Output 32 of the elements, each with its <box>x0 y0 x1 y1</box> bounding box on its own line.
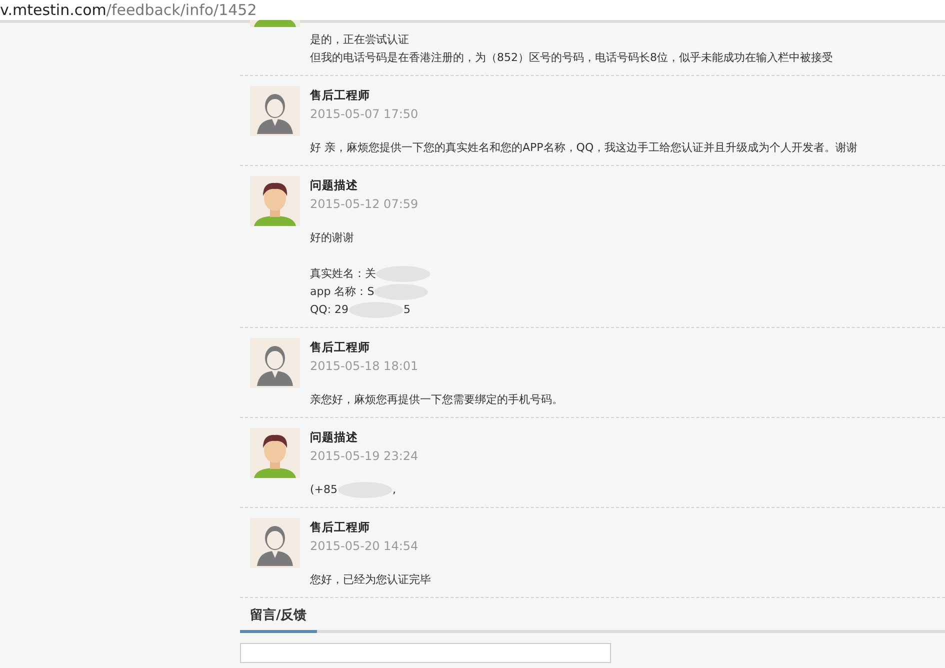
author-name: 售后工程师 <box>310 339 371 356</box>
message-text: 您好，已经为您认证完毕 <box>310 572 431 588</box>
message-text: 是的，正在尝试认证 <box>310 32 409 48</box>
avatar-icon <box>250 176 300 226</box>
message-date: 2015-05-12 07:59 <box>310 196 420 213</box>
message-text: app 名称：S <box>310 284 374 300</box>
message-text: 亲您好，麻烦您再提供一下您需要绑定的手机号码。 <box>310 392 563 408</box>
avatar-icon <box>250 86 300 136</box>
message-text: 好 亲，麻烦您提供一下您的真实姓名和您的APP名称，QQ，我这边手工给您认证并且升级成为个人开发者。谢谢 <box>310 140 858 156</box>
author-name: 售后工程师 <box>310 87 371 104</box>
message-text: 5 <box>404 302 411 318</box>
avatar-icon <box>250 518 300 568</box>
message-text: QQ: 29 <box>310 302 349 318</box>
url-host: v.mtestin.com <box>0 1 106 19</box>
message-text: (+85 <box>310 482 338 498</box>
message-date: 2015-05-19 23:24 <box>310 448 418 465</box>
author-name: 问题描述 <box>310 429 359 446</box>
author-name: 售后工程师 <box>310 519 371 536</box>
author-name: 问题描述 <box>310 177 359 194</box>
address-bar[interactable]: v.mtestin.com/feedback/info/1452 <box>0 0 945 23</box>
message-date: 2015-05-18 18:01 <box>310 358 420 375</box>
message-date: 2015-05-07 17:50 <box>310 106 420 123</box>
message-text: 但我的电话号码是在香港注册的，为（852）区号的号码，电话号码长8位，似乎未能成功在输入栏中被接受 <box>310 50 833 66</box>
avatar-icon <box>250 338 300 388</box>
feedback-tab[interactable]: 留言/反馈 <box>240 606 317 633</box>
message-text: , <box>392 482 396 498</box>
message-date: 2015-05-20 14:54 <box>310 538 420 555</box>
message-text: 真实姓名：关 <box>310 266 376 282</box>
url-path: /feedback/info/1452 <box>106 1 257 19</box>
message-text: 好的谢谢 <box>310 230 354 246</box>
comment-field[interactable] <box>240 643 611 663</box>
avatar-icon <box>250 428 300 478</box>
